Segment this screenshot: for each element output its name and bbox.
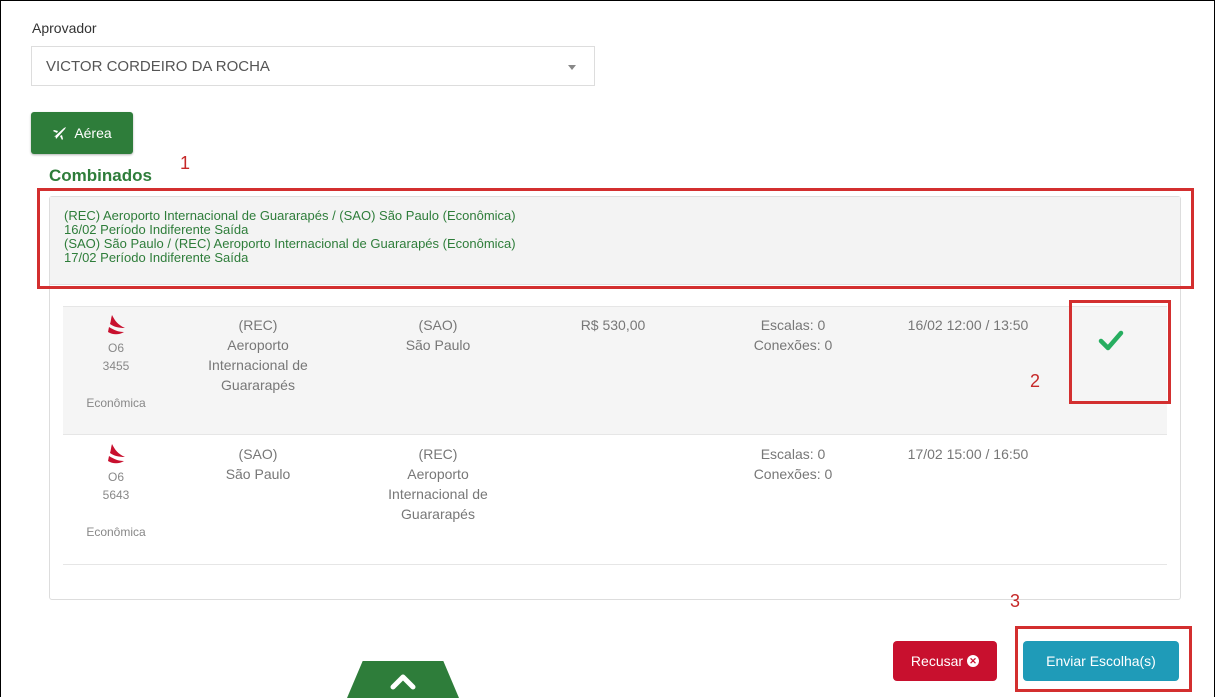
flight-times: 16/02 12:00 / 13:50 [907, 317, 1029, 333]
air-travel-label: Aérea [74, 125, 112, 141]
plane-icon [53, 127, 67, 140]
origin-cell: (SAO) São Paulo [183, 444, 333, 484]
chevron-down-icon [568, 65, 576, 70]
connections-count: Conexões: 0 [753, 466, 833, 482]
airline-cell: O6 5643 Econômica [63, 444, 169, 542]
airline-code: O6 [107, 470, 124, 484]
stops-count: Escalas: 0 [760, 446, 826, 462]
annotation-box-1 [37, 188, 1194, 289]
approver-label: Aprovador [32, 20, 97, 36]
origin-name: Aeroporto Internacional de Guararapés [208, 337, 308, 393]
cabin-class: Econômica [86, 396, 146, 410]
cabin-class: Econômica [86, 525, 146, 539]
approver-selected-value: VICTOR CORDEIRO DA ROCHA [46, 58, 270, 75]
connections-count: Conexões: 0 [753, 337, 833, 353]
air-travel-button[interactable]: Aérea [31, 112, 133, 154]
stops-count: Escalas: 0 [760, 317, 826, 333]
destination-code: (REC) [418, 446, 458, 462]
origin-code: (REC) [238, 317, 278, 333]
refuse-label: Recusar [910, 653, 964, 669]
flight-number: 5643 [102, 488, 130, 502]
section-title: Combinados [49, 166, 152, 185]
destination-code: (SAO) [418, 317, 458, 333]
annotation-number: 3 [1010, 591, 1021, 611]
airline-logo-icon [108, 444, 125, 464]
origin-code: (SAO) [238, 446, 278, 462]
flight-row[interactable]: O6 5643 Econômica (SAO) São Paulo (REC) … [63, 436, 1167, 565]
price: R$ 530,00 [580, 317, 646, 333]
close-circle-icon: ✕ [967, 655, 980, 667]
flight-times: 17/02 15:00 / 16:50 [907, 446, 1029, 462]
destination-name: Aeroporto Internacional de Guararapés [388, 466, 488, 522]
stops-cell: Escalas: 0 Conexões: 0 [733, 444, 853, 484]
annotation-number: 2 [1030, 371, 1041, 391]
approver-select[interactable]: VICTOR CORDEIRO DA ROCHA [31, 46, 595, 86]
airline-code: O6 [107, 341, 124, 355]
chevron-up-icon [390, 674, 416, 689]
airline-logo-icon [108, 315, 125, 335]
annotation-box-2 [1069, 300, 1171, 404]
destination-cell: (REC) Aeroporto Internacional de Guarara… [363, 444, 513, 524]
annotation-number: 1 [180, 153, 191, 173]
destination-name: São Paulo [405, 337, 471, 353]
origin-name: São Paulo [225, 466, 291, 482]
stops-cell: Escalas: 0 Conexões: 0 [733, 315, 853, 355]
send-choices-button[interactable]: Enviar Escolha(s) [1023, 641, 1179, 681]
airline-cell: O6 3455 Econômica [63, 315, 169, 413]
refuse-button[interactable]: Recusar ✕ [893, 641, 997, 681]
origin-cell: (REC) Aeroporto Internacional de Guarara… [183, 315, 333, 395]
flight-row[interactable]: O6 3455 Econômica (REC) Aeroporto Intern… [63, 306, 1167, 435]
scroll-to-top-button[interactable] [347, 661, 459, 698]
flight-number: 3455 [102, 359, 130, 373]
destination-cell: (SAO) São Paulo [363, 315, 513, 355]
